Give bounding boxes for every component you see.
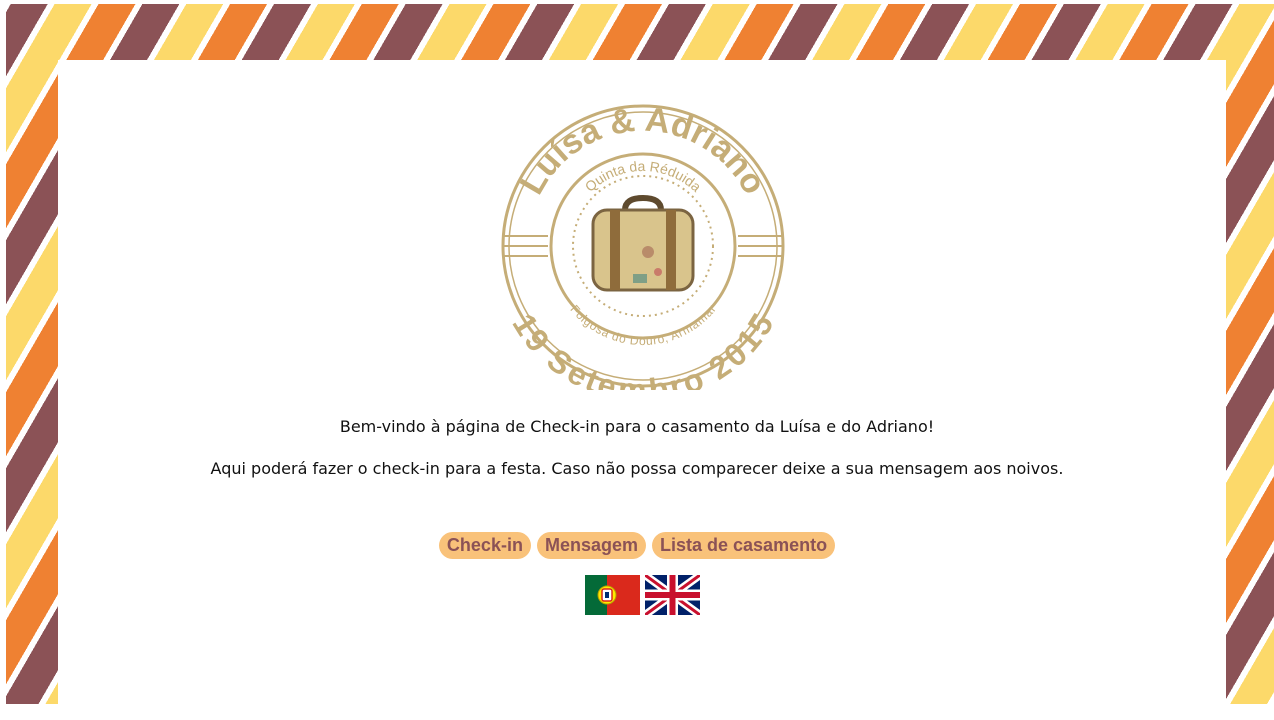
welcome-message: Bem-vindo à página de Check-in para o ca…	[339, 417, 935, 436]
svg-text:Luísa & Adriano: Luísa & Adriano	[513, 102, 774, 201]
svg-text:19 Setembro 2015: 19 Setembro 2015	[506, 307, 781, 390]
checkin-button[interactable]: Check-in	[438, 532, 531, 559]
registry-button[interactable]: Lista de casamento	[652, 532, 836, 559]
seal-names: Luísa & Adriano	[513, 101, 774, 201]
main-nav: Check-in Mensagem Lista de casamento	[0, 532, 1274, 559]
suitcase-icon	[591, 194, 695, 292]
portugal-flag-icon[interactable]	[585, 575, 640, 615]
seal-date: 19 Setembro 2015	[506, 307, 781, 408]
uk-flag-icon[interactable]	[645, 575, 700, 615]
instructions-text: Aqui poderá fazer o check-in para a fest…	[210, 459, 1064, 478]
language-switcher	[585, 575, 700, 615]
corner-wedge	[58, 60, 418, 360]
seal-location: Folgosa do Douro, Armamar	[567, 302, 718, 348]
svg-text:Folgosa do Douro, Armamar: Folgosa do Douro, Armamar	[567, 302, 718, 348]
message-button[interactable]: Mensagem	[536, 532, 646, 559]
wedding-seal-logo: Luísa & Adriano 19 Setembro 2015 Quinta …	[498, 101, 788, 409]
